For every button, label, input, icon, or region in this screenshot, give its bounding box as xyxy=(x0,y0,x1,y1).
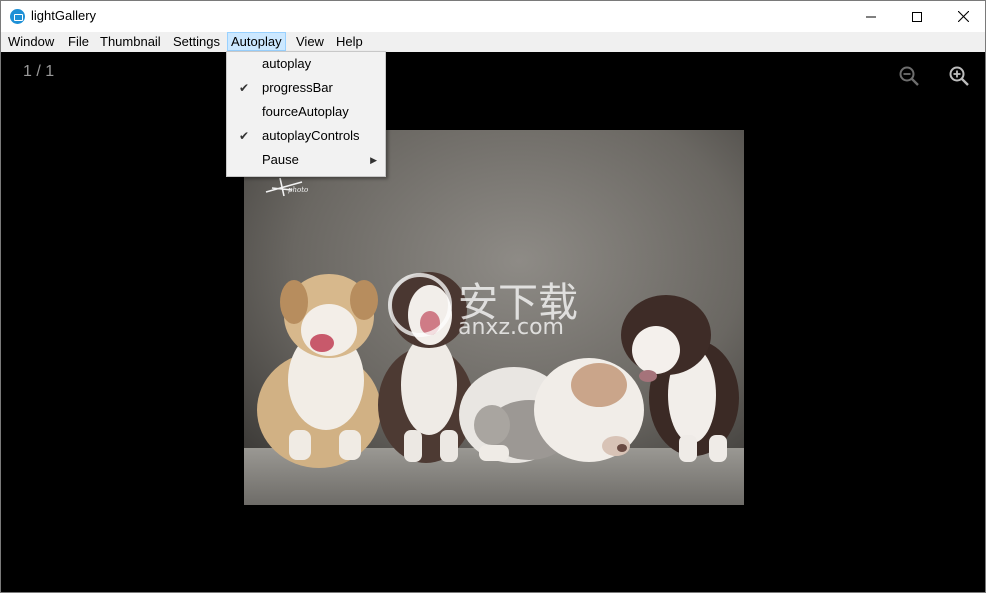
puppy-4 xyxy=(534,358,644,462)
menuitem-label: progressBar xyxy=(262,80,333,95)
gallery-viewer: 1 / 1 photo 安下载 anxz.com xyxy=(1,52,985,592)
submenu-arrow-icon: ▶ xyxy=(370,155,377,165)
autoplay-dropdown: autoplay ✔ progressBar fourceAutoplay ✔ … xyxy=(226,51,386,177)
minimize-button[interactable] xyxy=(848,1,894,32)
zoom-in-icon[interactable] xyxy=(947,64,971,88)
menuitem-pause[interactable]: Pause ▶ xyxy=(227,148,385,172)
photo-canvas: photo 安下载 anxz.com xyxy=(244,130,744,505)
app-icon xyxy=(10,9,25,24)
menuitem-label: fourceAutoplay xyxy=(262,104,349,119)
menu-thumbnail[interactable]: Thumbnail xyxy=(97,33,164,50)
menuitem-label: Pause xyxy=(262,152,299,167)
menu-view[interactable]: View xyxy=(293,33,327,50)
menu-settings[interactable]: Settings xyxy=(170,33,223,50)
puppies-photo[interactable]: photo 安下载 anxz.com xyxy=(244,130,744,505)
menuitem-autoplay[interactable]: autoplay xyxy=(227,52,385,76)
menuitem-label: autoplayControls xyxy=(262,128,360,143)
menu-help[interactable]: Help xyxy=(333,33,366,50)
svg-text:anxz.com: anxz.com xyxy=(458,315,564,340)
menuitem-autoplaycontrols[interactable]: ✔ autoplayControls xyxy=(227,124,385,148)
minimize-icon xyxy=(866,16,876,17)
menu-bar: Window File Thumbnail Settings Autoplay … xyxy=(1,32,985,52)
menuitem-fourceautoplay[interactable]: fourceAutoplay xyxy=(227,100,385,124)
menu-window[interactable]: Window xyxy=(5,33,57,50)
window-title: lightGallery xyxy=(31,8,97,23)
menu-autoplay[interactable]: Autoplay xyxy=(227,32,286,51)
close-button[interactable] xyxy=(940,1,985,32)
checkmark-icon: ✔ xyxy=(239,81,250,95)
menu-file[interactable]: File xyxy=(65,33,92,50)
svg-text:photo: photo xyxy=(288,186,308,194)
menuitem-label: autoplay xyxy=(262,56,312,71)
app-window: lightGallery Window File Thumbnail Setti… xyxy=(0,0,986,593)
close-icon xyxy=(957,11,969,22)
maximize-button[interactable] xyxy=(894,1,940,32)
menuitem-progressbar[interactable]: ✔ progressBar xyxy=(227,76,385,100)
title-bar[interactable]: lightGallery xyxy=(1,1,985,32)
checkmark-icon: ✔ xyxy=(239,129,250,143)
zoom-out-icon[interactable] xyxy=(897,64,921,88)
maximize-icon xyxy=(912,11,922,22)
slide-counter: 1 / 1 xyxy=(23,63,55,80)
